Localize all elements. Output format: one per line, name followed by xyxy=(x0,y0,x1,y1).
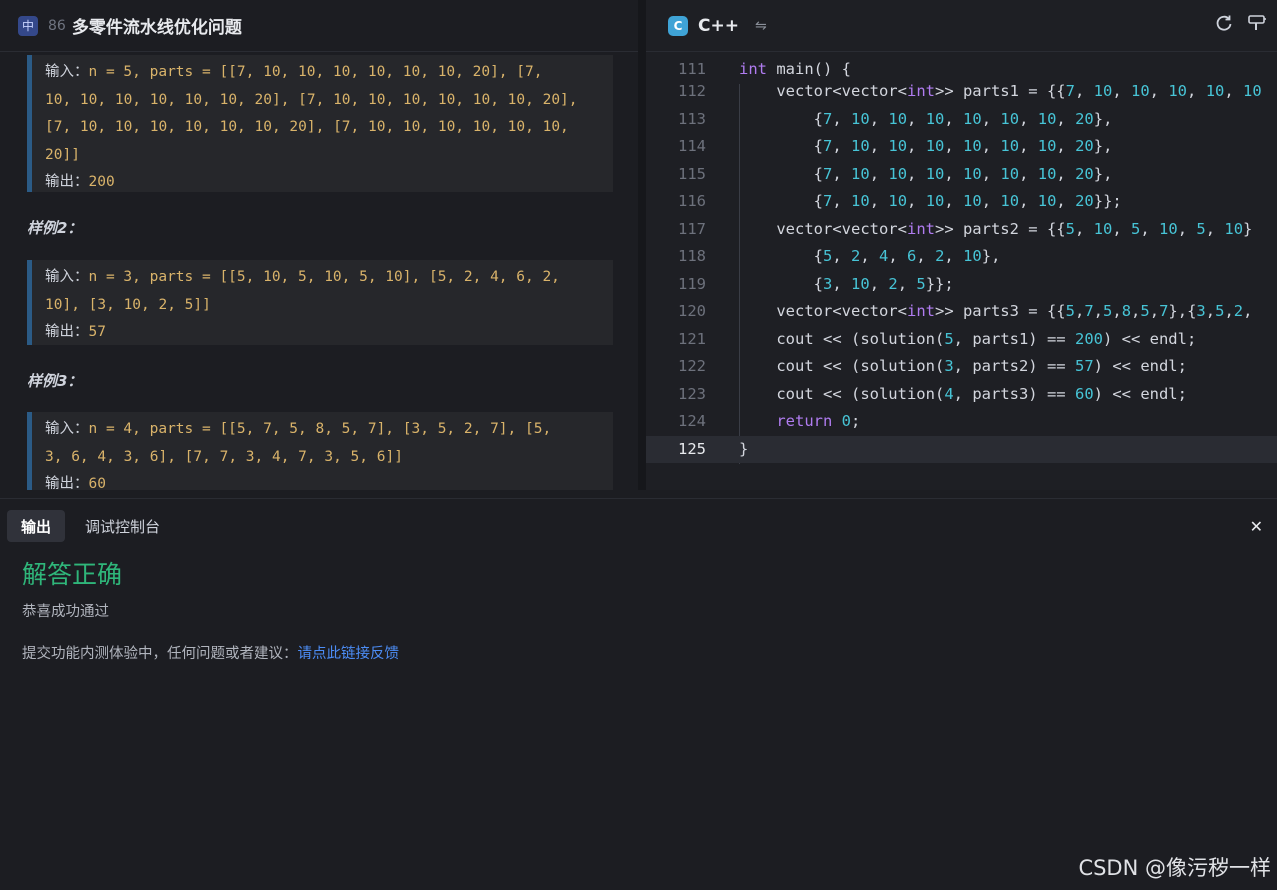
editor-panel: C C++ ⇋ 111 int main() { 112 vector<vecto… xyxy=(646,0,1277,490)
problem-body[interactable]: 输入：n = 5, parts = [[7, 10, 10, 10, 10, 1… xyxy=(0,53,638,490)
input-label: 输入： xyxy=(45,269,89,285)
example-1-input-line-4: 20]] xyxy=(45,146,80,163)
swap-icon[interactable]: ⇋ xyxy=(755,18,767,34)
output-label: 输出： xyxy=(45,476,89,490)
code-editor[interactable]: 111 int main() { 112 vector<vector<int>> … xyxy=(646,56,1277,490)
code-line: 121 cout << (solution(5, parts1) == 200)… xyxy=(678,329,1197,348)
example-3-heading: 样例3： xyxy=(27,372,83,390)
output-label: 输出： xyxy=(45,174,89,190)
example-3-block: 输入：n = 4, parts = [[5, 7, 5, 8, 5, 7], [… xyxy=(27,412,613,490)
example-2-input-line-1: n = 3, parts = [[5, 10, 5, 10, 5, 10], [… xyxy=(88,269,560,285)
editor-toolbar xyxy=(1215,14,1267,37)
code-line: 115 {7, 10, 10, 10, 10, 10, 10, 20}, xyxy=(678,164,1113,183)
example-3-output: 60 xyxy=(88,476,106,490)
code-line: 123 cout << (solution(4, parts3) == 60) … xyxy=(678,384,1187,403)
example-2-output: 57 xyxy=(88,324,106,340)
code-line: 114 {7, 10, 10, 10, 10, 10, 10, 20}, xyxy=(678,137,1113,155)
feedback-text: 提交功能内测体验中，任何问题或者建议： xyxy=(22,646,298,662)
output-label: 输出： xyxy=(45,324,89,340)
code-line: 124 return 0; xyxy=(678,412,861,430)
watermark: CSDN @像污秽一样 xyxy=(1078,856,1271,880)
example-1-block: 输入：n = 5, parts = [[7, 10, 10, 10, 10, 1… xyxy=(27,55,613,192)
problem-title: 多零件流水线优化问题 xyxy=(71,18,242,38)
tab-debug-console[interactable]: 调试控制台 xyxy=(71,510,174,542)
feedback-line: 提交功能内测体验中，任何问题或者建议：请点此链接反馈 xyxy=(22,642,399,663)
vertical-splitter[interactable] xyxy=(638,0,646,490)
language-selector[interactable]: C++ xyxy=(698,16,739,36)
code-line: 113 {7, 10, 10, 10, 10, 10, 10, 20}, xyxy=(678,109,1113,128)
code-line-current: 125} xyxy=(646,435,1277,463)
code-line: 118 {5, 2, 4, 6, 2, 10}, xyxy=(678,247,1001,265)
code-line: 119 {3, 10, 2, 5}}; xyxy=(678,274,954,293)
code-line: 116 {7, 10, 10, 10, 10, 10, 10, 20}}; xyxy=(678,192,1122,210)
input-label: 输入： xyxy=(45,64,89,80)
problem-number: 86 xyxy=(48,17,66,34)
refresh-icon[interactable] xyxy=(1215,14,1233,37)
example-3-input-line-1: n = 4, parts = [[5, 7, 5, 8, 5, 7], [3, … xyxy=(88,421,552,437)
example-2-input-line-2: 10], [3, 10, 2, 5]] xyxy=(45,296,211,313)
app-root: 中 86 多零件流水线优化问题 输入：n = 5, parts = [[7, 1… xyxy=(0,0,1277,890)
example-2-heading: 样例2： xyxy=(27,219,83,237)
example-1-input-line-1: n = 5, parts = [[7, 10, 10, 10, 10, 10, … xyxy=(88,64,543,80)
code-line: 112 vector<vector<int>> parts1 = {{7, 10… xyxy=(678,82,1262,100)
example-1-input-line-3: [7, 10, 10, 10, 10, 10, 10, 20], [7, 10,… xyxy=(45,119,569,135)
problem-panel: 中 86 多零件流水线优化问题 输入：n = 5, parts = [[7, 1… xyxy=(0,0,638,490)
output-panel: 输出 调试控制台 ✕ 解答正确 恭喜成功通过 提交功能内测体验中，任何问题或者建… xyxy=(0,498,1277,890)
close-icon[interactable]: ✕ xyxy=(1250,517,1263,536)
input-label: 输入： xyxy=(45,421,89,437)
example-3-input-line-2: 3, 6, 4, 3, 6], [7, 7, 3, 4, 7, 3, 5, 6]… xyxy=(45,448,403,465)
example-1-input-line-2: 10, 10, 10, 10, 10, 10, 20], [7, 10, 10,… xyxy=(45,91,578,108)
code-line: 122 cout << (solution(3, parts2) == 57) … xyxy=(678,357,1187,375)
output-tabs: 输出 调试控制台 xyxy=(7,510,174,542)
difficulty-badge: 中 xyxy=(18,15,38,36)
tab-output[interactable]: 输出 xyxy=(7,510,66,542)
editor-header: C C++ ⇋ xyxy=(646,0,1277,52)
code-line: 117 vector<vector<int>> parts2 = {{5, 10… xyxy=(678,219,1253,238)
example-1-output: 200 xyxy=(88,174,115,190)
code-line: 120 vector<vector<int>> parts3 = {{5,7,5… xyxy=(678,302,1253,320)
cpp-language-icon: C xyxy=(668,15,688,36)
result-subtitle: 恭喜成功通过 xyxy=(22,604,109,620)
feedback-link[interactable]: 请点此链接反馈 xyxy=(298,646,400,662)
example-2-block: 输入：n = 3, parts = [[5, 10, 5, 10, 5, 10]… xyxy=(27,260,613,345)
result-status: 解答正确 xyxy=(22,560,123,589)
format-icon[interactable] xyxy=(1247,14,1267,37)
problem-header: 中 86 多零件流水线优化问题 xyxy=(0,0,638,52)
